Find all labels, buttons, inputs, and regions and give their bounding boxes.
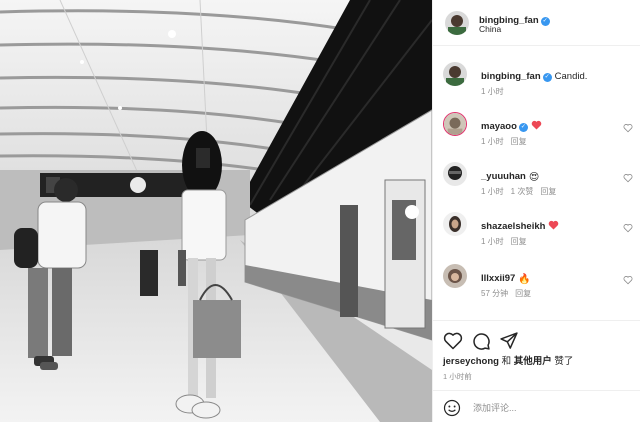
commenter-avatar[interactable] [443,112,467,136]
caption-text: Candid. [554,71,588,82]
commenter-avatar[interactable] [443,264,467,288]
liker-username[interactable]: jerseychong [443,356,499,367]
add-comment-input[interactable] [473,399,623,417]
post-timestamp: 1 小时前 [443,372,472,381]
commenter-username[interactable]: mayaoo [481,121,517,132]
comment-item: _yuuuhan 😍 1 小时 1 次赞 回复 [433,162,640,202]
verified-badge-icon: ✓ [540,17,550,26]
caption-username[interactable]: bingbing_fan [481,71,541,82]
reply-button[interactable]: 回复 [540,187,556,196]
comment-item: lllxxii97 🔥 57 分钟 回复 [433,264,640,304]
fire-emoji-icon: 🔥 [518,274,531,285]
comment-bubble-icon[interactable] [471,331,491,351]
comment-item: mayaoo ✓ 1 小时 回复 [433,112,640,152]
commenter-username[interactable]: shazaelsheikh [481,221,545,232]
likes-suffix: 赞了 [551,356,574,367]
reply-button[interactable]: 回复 [511,137,527,146]
comment-likes[interactable]: 1 次赞 [511,187,534,196]
train-station-photo [0,0,432,422]
comment-like-icon[interactable] [623,220,633,233]
verified-badge-icon: ✓ [518,123,528,132]
author-avatar-caption[interactable] [443,62,467,86]
post-location[interactable]: China [479,24,501,34]
red-heart-emoji-icon [531,120,542,130]
reply-button[interactable]: 回复 [511,237,527,246]
red-heart-emoji-icon [548,220,559,230]
like-heart-icon[interactable] [443,331,463,351]
comment-like-icon[interactable] [623,120,633,133]
comment-like-icon[interactable] [623,272,633,285]
post-photo[interactable] [0,0,432,422]
post-header: bingbing_fan ✓ China [433,0,640,46]
comment-like-icon[interactable] [623,170,633,183]
comment-time: 1 小时 [481,237,504,246]
comment-item: shazaelsheikh 1 小时 回复 [433,212,640,252]
commenter-username[interactable]: lllxxii97 [481,273,515,284]
commenter-username[interactable]: _yuuuhan [481,171,526,182]
likes-summary: jerseychong 和 其他用户 赞了 [443,353,573,367]
verified-badge-icon: ✓ [542,73,552,82]
other-likers-link[interactable]: 其他用户 [514,356,552,367]
add-comment-bar [433,390,640,422]
likes-connector: 和 [498,356,514,367]
comment-time: 1 小时 [481,137,504,146]
smiley-icon[interactable] [443,399,461,417]
heart-eyes-emoji-icon: 😍 [528,172,540,183]
commenter-avatar[interactable] [443,162,467,186]
caption-time: 1 小时 [481,87,504,96]
author-avatar[interactable] [445,11,469,35]
commenter-avatar[interactable] [443,212,467,236]
reply-button[interactable]: 回复 [515,289,531,298]
caption: bingbing_fan ✓ Candid. 1 小时 [433,62,640,102]
post-side-panel: bingbing_fan ✓ China bingbing_fan ✓ Candid.… [432,0,640,422]
comment-time: 1 小时 [481,187,504,196]
share-paper-plane-icon[interactable] [499,331,519,351]
comment-time: 57 分钟 [481,289,509,298]
